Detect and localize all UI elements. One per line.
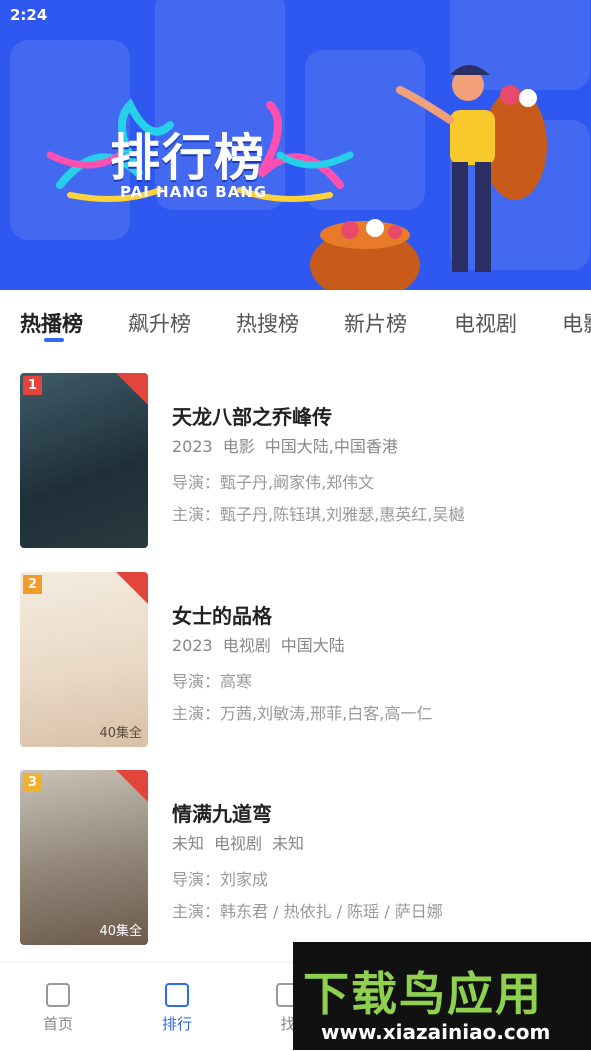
status-time: 2:24 — [10, 6, 48, 24]
corner-ribbon — [116, 572, 148, 604]
item-region: 中国大陆,中国香港 — [264, 437, 398, 456]
poster-image[interactable]: 3 40集全 — [20, 770, 148, 945]
tab-hot[interactable]: 热播榜 — [20, 308, 83, 338]
corner-ribbon — [116, 770, 148, 802]
watermark: 下载鸟应用 www.xiazainiao.com — [293, 942, 591, 1050]
poster-image[interactable]: 1 — [20, 373, 148, 548]
item-title[interactable]: 天龙八部之乔峰传 — [172, 401, 332, 430]
tab-movie[interactable]: 电影 — [562, 308, 591, 338]
item-year: 2023 — [172, 437, 213, 456]
tab-search[interactable]: 热搜榜 — [236, 308, 299, 338]
item-meta: 2023 电影 中国大陆,中国香港 — [172, 433, 408, 457]
item-cast: 主演：万茜,刘敏涛,邢菲,白客,高一仁 — [172, 704, 433, 723]
item-genre: 电视剧 — [214, 834, 263, 853]
banner-title: 排行榜 — [110, 129, 266, 187]
tab-new[interactable]: 新片榜 — [344, 308, 407, 338]
rank-badge: 1 — [23, 376, 42, 395]
poster-caption: 40集全 — [99, 924, 142, 939]
rank-badge: 2 — [23, 575, 42, 594]
tab-rising[interactable]: 飙升榜 — [128, 308, 191, 338]
item-title[interactable]: 情满九道弯 — [172, 798, 272, 827]
nav-ranking[interactable]: 排行 — [147, 983, 207, 1034]
rank-badge: 3 — [23, 773, 42, 792]
ranking-tabs: 热播榜 飙升榜 热搜榜 新片榜 电视剧 电影 — [0, 290, 591, 352]
ranking-icon — [165, 983, 189, 1007]
poster-caption: 40集全 — [99, 726, 142, 741]
item-genre: 电视剧 — [222, 636, 271, 655]
list-item[interactable]: 3 40集全 情满九道弯 未知 电视剧 未知 导演：刘家成 主演：韩东君 / 热依扎… — [0, 770, 591, 950]
home-icon — [46, 983, 70, 1007]
person-with-bags-illustration — [310, 65, 547, 290]
active-tab-indicator — [44, 338, 64, 342]
nav-home-label: 首页 — [42, 1015, 73, 1033]
item-year: 未知 — [172, 834, 205, 853]
item-cast: 主演：甄子丹,陈钰琪,刘雅瑟,惠英红,吴樾 — [172, 505, 465, 524]
item-region: 中国大陆 — [280, 636, 345, 655]
poster-image[interactable]: 2 40集全 — [20, 572, 148, 747]
corner-ribbon — [116, 373, 148, 405]
nav-ranking-label: 排行 — [161, 1015, 192, 1033]
item-director: 导演：刘家成 — [172, 870, 269, 889]
watermark-url: www.xiazainiao.com — [321, 1020, 551, 1044]
item-title[interactable]: 女士的品格 — [172, 600, 272, 629]
item-director: 导演：甄子丹,阚家伟,郑伟文 — [172, 473, 375, 492]
watermark-text: 下载鸟应用 — [303, 967, 543, 1021]
tab-tv[interactable]: 电视剧 — [454, 308, 517, 338]
banner-subtitle: PAI HANG BANG — [120, 183, 268, 201]
list-item[interactable]: 2 40集全 女士的品格 2023 电视剧 中国大陆 导演：高寒 主演：万茜,刘敏涛… — [0, 572, 591, 752]
item-year: 2023 — [172, 636, 213, 655]
item-cast: 主演：韩东君 / 热依扎 / 陈瑶 / 萨日娜 — [172, 902, 443, 921]
item-meta: 2023 电视剧 中国大陆 — [172, 632, 355, 656]
header-banner: 2:24 排行榜 PAI HANG BANG — [0, 0, 591, 290]
item-genre: 电影 — [222, 437, 255, 456]
nav-home[interactable]: 首页 — [28, 983, 88, 1034]
list-item[interactable]: 1 天龙八部之乔峰传 2023 电影 中国大陆,中国香港 导演：甄子丹,阚家伟,郑伟… — [0, 373, 591, 553]
item-director: 导演：高寒 — [172, 672, 253, 691]
item-region: 未知 — [272, 834, 305, 853]
item-meta: 未知 电视剧 未知 — [172, 830, 314, 854]
